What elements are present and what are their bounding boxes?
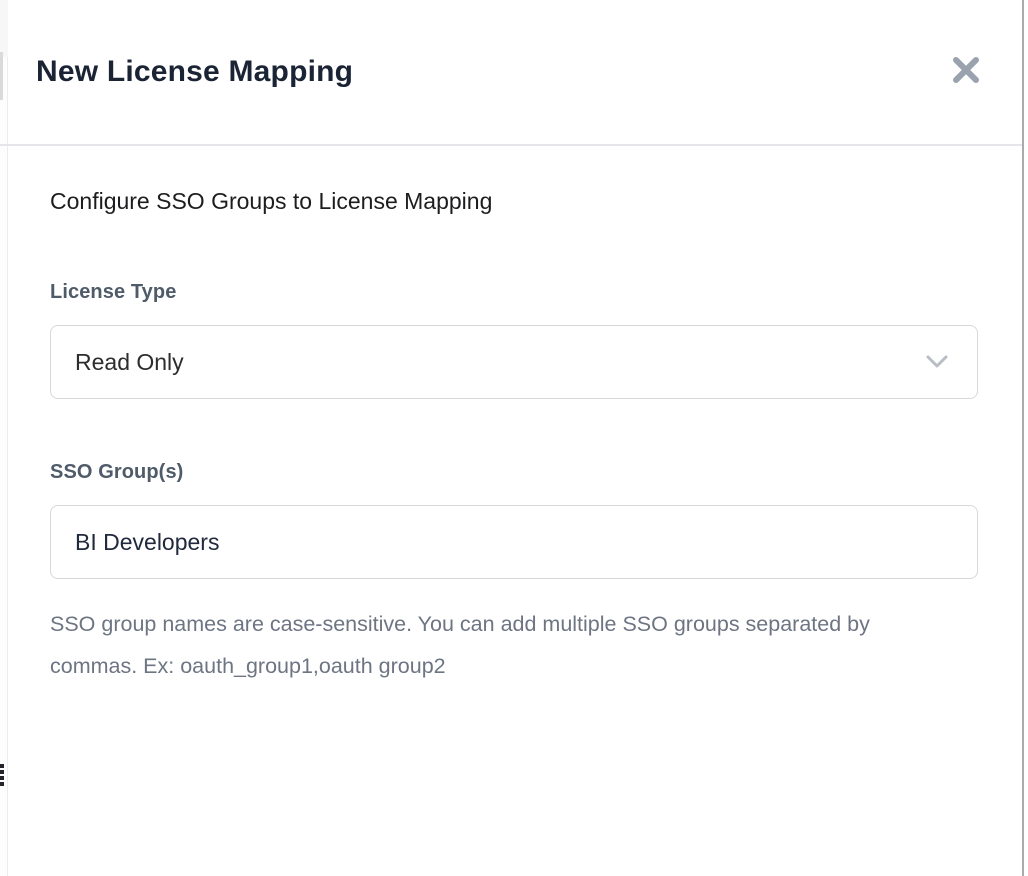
clipped-text-dash (0, 776, 4, 780)
modal-header: New License Mapping (9, 0, 1022, 144)
sso-groups-helper-text: SSO group names are case-sensitive. You … (50, 603, 880, 687)
license-type-selected-value: Read Only (75, 349, 184, 376)
modal-body: Configure SSO Groups to License Mapping … (9, 144, 1022, 687)
sso-groups-label: SSO Group(s) (50, 461, 978, 484)
background-page-fragment-mark (0, 52, 3, 100)
clipped-text-dash (0, 770, 4, 774)
close-icon (951, 55, 981, 85)
sso-groups-input[interactable] (50, 505, 978, 579)
modal-title: New License Mapping (36, 55, 353, 89)
new-license-mapping-modal: New License Mapping Configure SSO Groups… (9, 0, 1022, 876)
license-type-label: License Type (50, 281, 978, 304)
clipped-text-dash (0, 782, 4, 786)
license-type-field-group: License Type Read Only (50, 281, 978, 399)
license-type-select[interactable]: Read Only (50, 325, 978, 399)
clipped-text-dash (0, 764, 4, 768)
modal-subtitle: Configure SSO Groups to License Mapping (50, 188, 978, 215)
background-page-fragment-top (0, 0, 8, 57)
background-right-strip (1024, 0, 1028, 876)
background-page-strip (0, 0, 8, 876)
chevron-down-icon (925, 354, 953, 370)
background-clipped-text-fragment (0, 764, 4, 788)
page: New License Mapping Configure SSO Groups… (0, 0, 1028, 876)
header-divider (0, 144, 1022, 146)
close-button[interactable] (946, 50, 986, 90)
sso-groups-field-group: SSO Group(s) SSO group names are case-se… (50, 461, 978, 687)
